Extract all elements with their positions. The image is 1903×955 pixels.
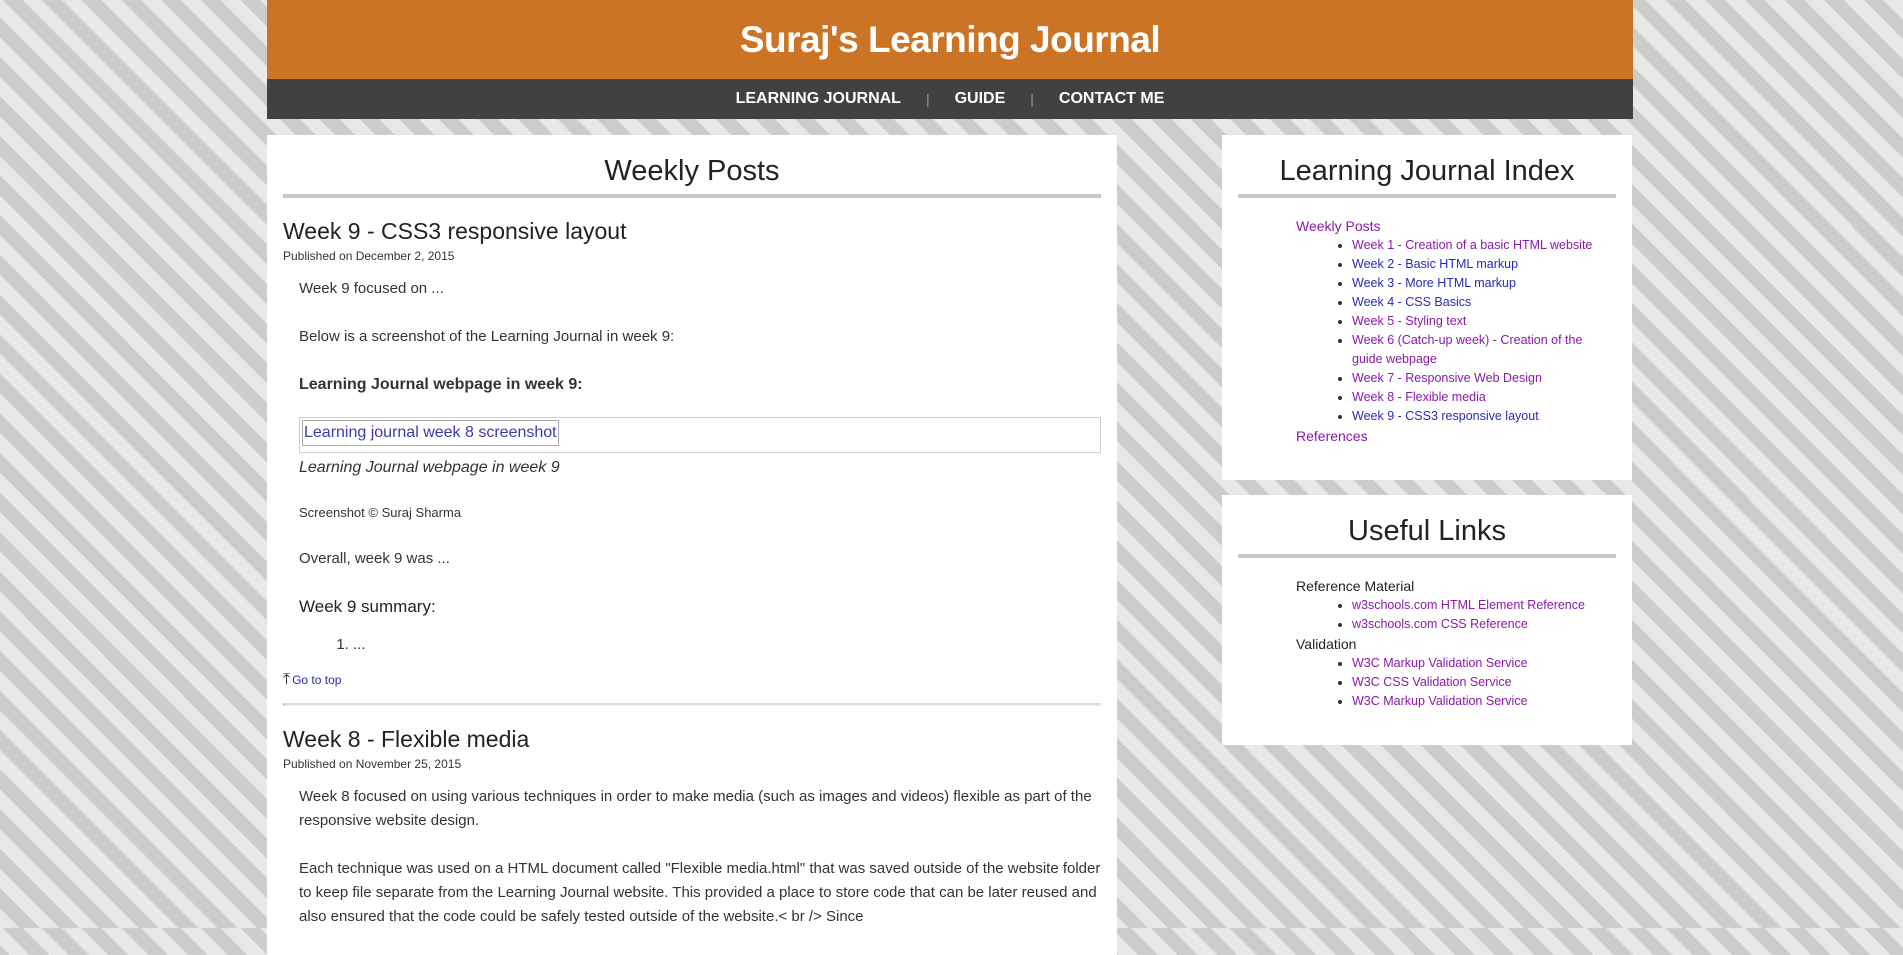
post-body: Week 8 focused on using various techniqu… bbox=[283, 785, 1101, 929]
weekly-posts-link[interactable]: Weekly Posts bbox=[1296, 218, 1381, 234]
post-paragraph: Week 8 focused on using various techniqu… bbox=[299, 788, 1092, 829]
nav-guide[interactable]: GUIDE bbox=[943, 90, 1018, 108]
index-link-week8[interactable]: Week 8 - Flexible media bbox=[1352, 390, 1486, 404]
link-w3schools-css[interactable]: w3schools.com CSS Reference bbox=[1352, 617, 1528, 631]
index-references: References bbox=[1296, 426, 1616, 446]
nav-learning-journal[interactable]: LEARNING JOURNAL bbox=[724, 90, 913, 108]
validation-group: Validation W3C Markup Validation Service… bbox=[1296, 634, 1616, 711]
post-divider bbox=[283, 703, 1101, 706]
summary-list: ... bbox=[299, 633, 1101, 657]
site-title: Suraj's Learning Journal bbox=[739, 18, 1161, 60]
post-title: Week 8 - Flexible media bbox=[283, 726, 530, 752]
index-list: Weekly Posts Week 1 - Creation of a basi… bbox=[1238, 216, 1616, 446]
page-wrapper: Suraj's Learning Journal LEARNING JOURNA… bbox=[267, 0, 1633, 955]
figure-caption: Learning Journal webpage in week 9 bbox=[299, 459, 560, 476]
screenshot-figure: Learning journal week 8 screenshot bbox=[299, 417, 1101, 453]
useful-links-heading: Useful Links bbox=[1238, 495, 1616, 558]
index-weekly-posts: Weekly Posts Week 1 - Creation of a basi… bbox=[1296, 216, 1616, 426]
post-subheading: Learning Journal webpage in week 9: bbox=[299, 376, 583, 393]
site-header: Suraj's Learning Journal bbox=[267, 0, 1633, 79]
index-link-week9[interactable]: Week 9 - CSS3 responsive layout bbox=[1352, 409, 1539, 423]
nav-separator: | bbox=[1030, 91, 1034, 107]
nav-contact-me[interactable]: CONTACT ME bbox=[1047, 90, 1176, 108]
reference-sublist: w3schools.com HTML Element Reference w3s… bbox=[1296, 596, 1616, 634]
index-heading: Learning Journal Index bbox=[1238, 135, 1616, 198]
reference-material-label: Reference Material bbox=[1296, 578, 1415, 594]
figure-credit: Screenshot © Suraj Sharma bbox=[299, 505, 462, 520]
validation-label: Validation bbox=[1296, 636, 1357, 652]
index-link-week5[interactable]: Week 5 - Styling text bbox=[1352, 314, 1466, 328]
weekly-posts-heading: Weekly Posts bbox=[283, 135, 1101, 198]
post-date: Published on November 25, 2015 bbox=[283, 757, 462, 771]
summary-heading: Week 9 summary: bbox=[299, 597, 436, 616]
index-link-week1[interactable]: Week 1 - Creation of a basic HTML websit… bbox=[1352, 238, 1592, 252]
weekly-posts-panel: Weekly Posts Week 9 - CSS3 responsive la… bbox=[267, 135, 1117, 955]
index-link-week2[interactable]: Week 2 - Basic HTML markup bbox=[1352, 257, 1518, 271]
post-body: Week 9 focused on ... Below is a screens… bbox=[283, 277, 1101, 657]
reference-material-group: Reference Material w3schools.com HTML El… bbox=[1296, 576, 1616, 634]
post-paragraph: Overall, week 9 was ... bbox=[299, 550, 450, 567]
index-link-week7[interactable]: Week 7 - Responsive Web Design bbox=[1352, 371, 1542, 385]
list-item: ... bbox=[353, 633, 1101, 657]
link-w3c-css[interactable]: W3C CSS Validation Service bbox=[1352, 675, 1512, 689]
post-title: Week 9 - CSS3 responsive layout bbox=[283, 218, 627, 244]
go-to-top-link[interactable]: ⤒ Go to top bbox=[283, 671, 1101, 689]
references-link[interactable]: References bbox=[1296, 428, 1368, 444]
post-paragraph: Week 9 focused on ... bbox=[299, 280, 444, 297]
weekly-posts-sublist: Week 1 - Creation of a basic HTML websit… bbox=[1296, 236, 1616, 426]
nav-separator: | bbox=[925, 91, 930, 107]
broken-image[interactable]: Learning journal week 8 screenshot bbox=[302, 420, 559, 446]
post-date: Published on December 2, 2015 bbox=[283, 249, 455, 263]
journal-index-panel: Learning Journal Index Weekly Posts Week… bbox=[1222, 135, 1632, 480]
index-link-week4[interactable]: Week 4 - CSS Basics bbox=[1352, 295, 1471, 309]
post-paragraph: Each technique was used on a HTML docume… bbox=[299, 860, 1101, 925]
link-w3c-markup-2[interactable]: W3C Markup Validation Service bbox=[1352, 694, 1528, 708]
index-link-week3[interactable]: Week 3 - More HTML markup bbox=[1352, 276, 1516, 290]
go-to-top-label: Go to top bbox=[292, 673, 342, 687]
link-w3c-markup[interactable]: W3C Markup Validation Service bbox=[1352, 656, 1528, 670]
useful-links-list: Reference Material w3schools.com HTML El… bbox=[1238, 576, 1616, 711]
post-paragraph: Below is a screenshot of the Learning Jo… bbox=[299, 328, 675, 345]
useful-links-panel: Useful Links Reference Material w3school… bbox=[1222, 495, 1632, 745]
validation-sublist: W3C Markup Validation Service W3C CSS Va… bbox=[1296, 654, 1616, 711]
main-nav: LEARNING JOURNAL | GUIDE | CONTACT ME bbox=[267, 79, 1633, 119]
link-w3schools-html[interactable]: w3schools.com HTML Element Reference bbox=[1352, 598, 1585, 612]
post-week9: Week 9 - CSS3 responsive layout Publishe… bbox=[283, 218, 1101, 706]
post-week8: Week 8 - Flexible media Published on Nov… bbox=[283, 726, 1101, 929]
arrow-up-to-top-icon: ⤒ bbox=[283, 671, 291, 688]
index-link-week6[interactable]: Week 6 (Catch-up week) - Creation of the… bbox=[1352, 333, 1582, 366]
